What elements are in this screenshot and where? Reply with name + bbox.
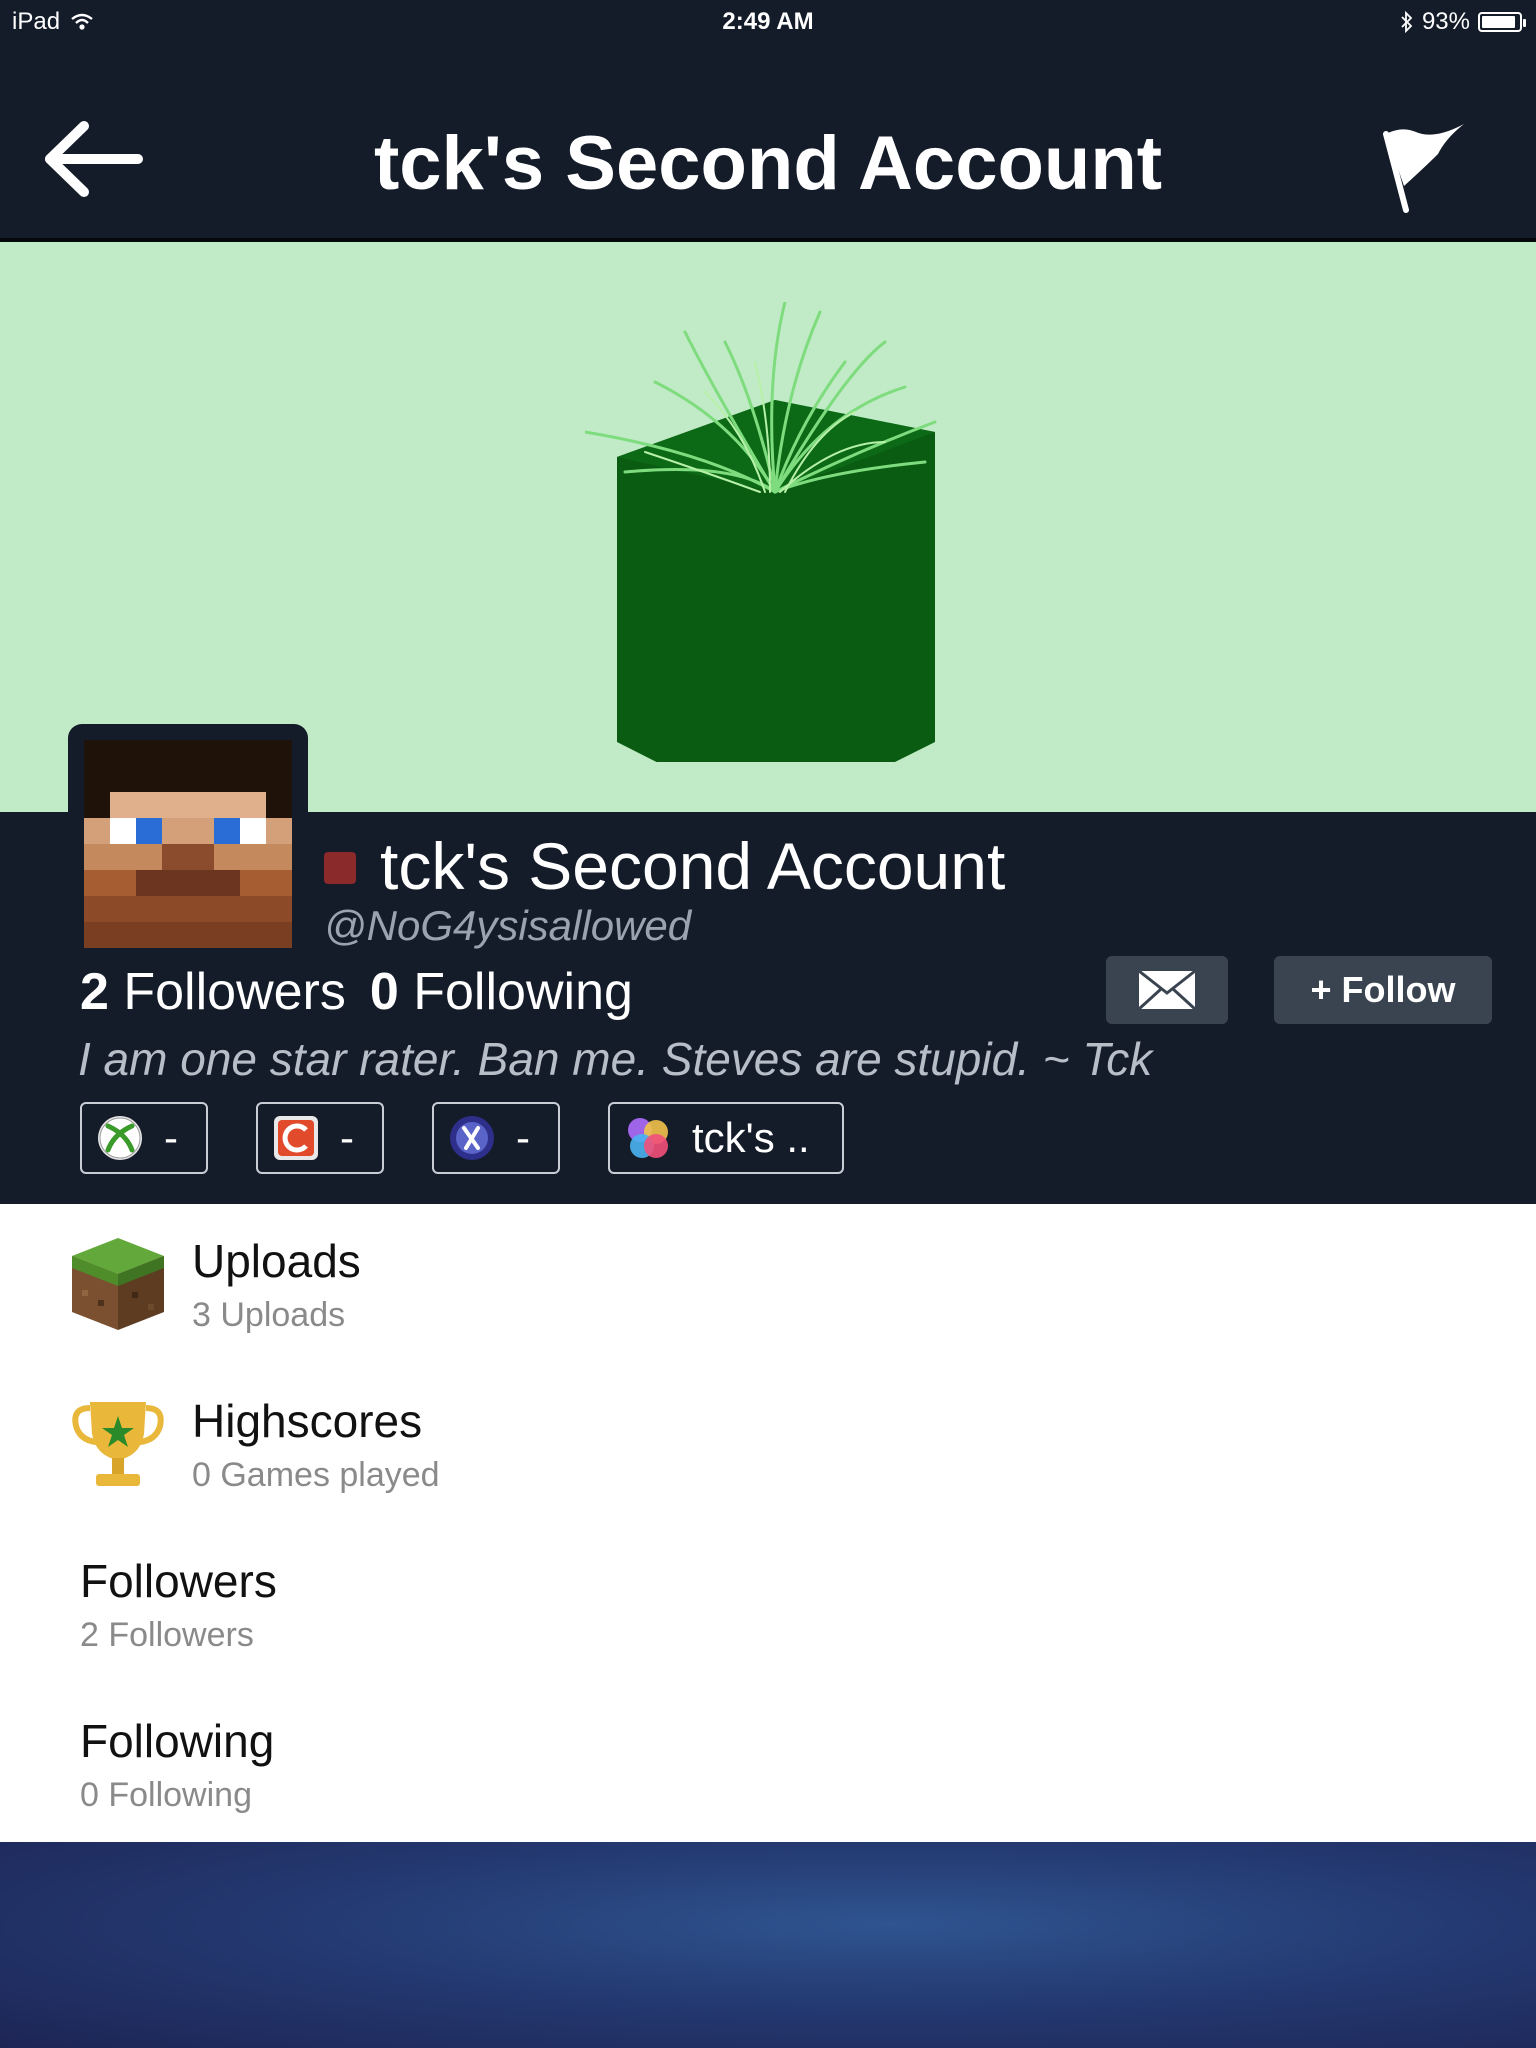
back-button[interactable]: [40, 114, 150, 204]
arrow-left-icon: [45, 121, 143, 197]
followers-count: 2: [80, 963, 109, 1021]
display-name: tck's Second Account: [380, 829, 1006, 903]
avatar[interactable]: [84, 740, 292, 948]
report-button[interactable]: [1376, 114, 1476, 214]
follow-button[interactable]: + Follow: [1274, 956, 1492, 1024]
bluetooth-icon: [1401, 11, 1413, 33]
following-count: 0: [369, 963, 399, 1021]
highscores-title: Highscores: [192, 1395, 423, 1447]
status-bar: iPad 2:49 AM 93%: [0, 0, 1536, 42]
bottom-background: [0, 1842, 1536, 2048]
following-subtitle: 0 Following: [80, 1776, 252, 1814]
grass-block-icon: [72, 1238, 164, 1330]
linked-account-game-center[interactable]: tck's ..: [608, 1102, 844, 1174]
nav-title: tck's Second Account: [373, 121, 1163, 206]
linked-account-value: -: [164, 1114, 178, 1161]
trophy-icon: [72, 1402, 164, 1486]
message-button[interactable]: [1106, 956, 1228, 1024]
linked-account-value: -: [340, 1114, 354, 1161]
uploads-row[interactable]: Uploads 3 Uploads: [0, 1220, 1536, 1350]
battery-fill: [1482, 16, 1516, 28]
following-stat[interactable]: 0 Following: [370, 962, 633, 1022]
linked-account-xbox[interactable]: -: [80, 1102, 208, 1174]
origin-icon: [274, 1116, 318, 1160]
nav-bar: tck's Second Account: [0, 42, 1536, 242]
game-center-icon: [628, 1118, 668, 1158]
highscores-subtitle: 0 Games played: [192, 1456, 440, 1494]
linked-account-playstation[interactable]: -: [432, 1102, 560, 1174]
bio-text: I am one star rater. Ban me. Steves are …: [78, 1033, 1153, 1085]
online-status-indicator: [324, 852, 356, 884]
status-right: 93%: [1400, 8, 1526, 36]
followers-row[interactable]: Followers 2 Followers: [0, 1540, 1536, 1670]
linked-account-value: tck's ..: [692, 1114, 810, 1161]
following-label: Following: [413, 963, 633, 1021]
xbox-icon: [98, 1116, 142, 1160]
linked-account-value: -: [516, 1114, 530, 1161]
highscores-row[interactable]: Highscores 0 Games played: [0, 1380, 1536, 1510]
follow-stats: 2 Followers 0 Following: [80, 962, 633, 1022]
following-row[interactable]: Following 0 Following: [0, 1700, 1536, 1830]
following-title: Following: [80, 1715, 275, 1767]
linked-account-origin[interactable]: -: [256, 1102, 384, 1174]
uploads-title: Uploads: [192, 1235, 361, 1287]
envelope-icon: [1137, 969, 1197, 1011]
followers-stat[interactable]: 2 Followers: [80, 962, 346, 1022]
uploads-subtitle: 3 Uploads: [192, 1296, 346, 1334]
followers-title: Followers: [80, 1555, 277, 1607]
status-time: 2:49 AM: [722, 8, 814, 35]
battery-percent: 93%: [1421, 8, 1470, 35]
flag-icon: [1383, 124, 1464, 213]
followers-label: Followers: [123, 963, 346, 1021]
battery-icon: [1478, 12, 1526, 32]
username-handle: @NoG4ysisallowed: [324, 902, 692, 949]
grass-cube-illustration: [585, 302, 937, 762]
playstation-icon: [450, 1116, 494, 1160]
followers-subtitle: 2 Followers: [80, 1616, 254, 1654]
